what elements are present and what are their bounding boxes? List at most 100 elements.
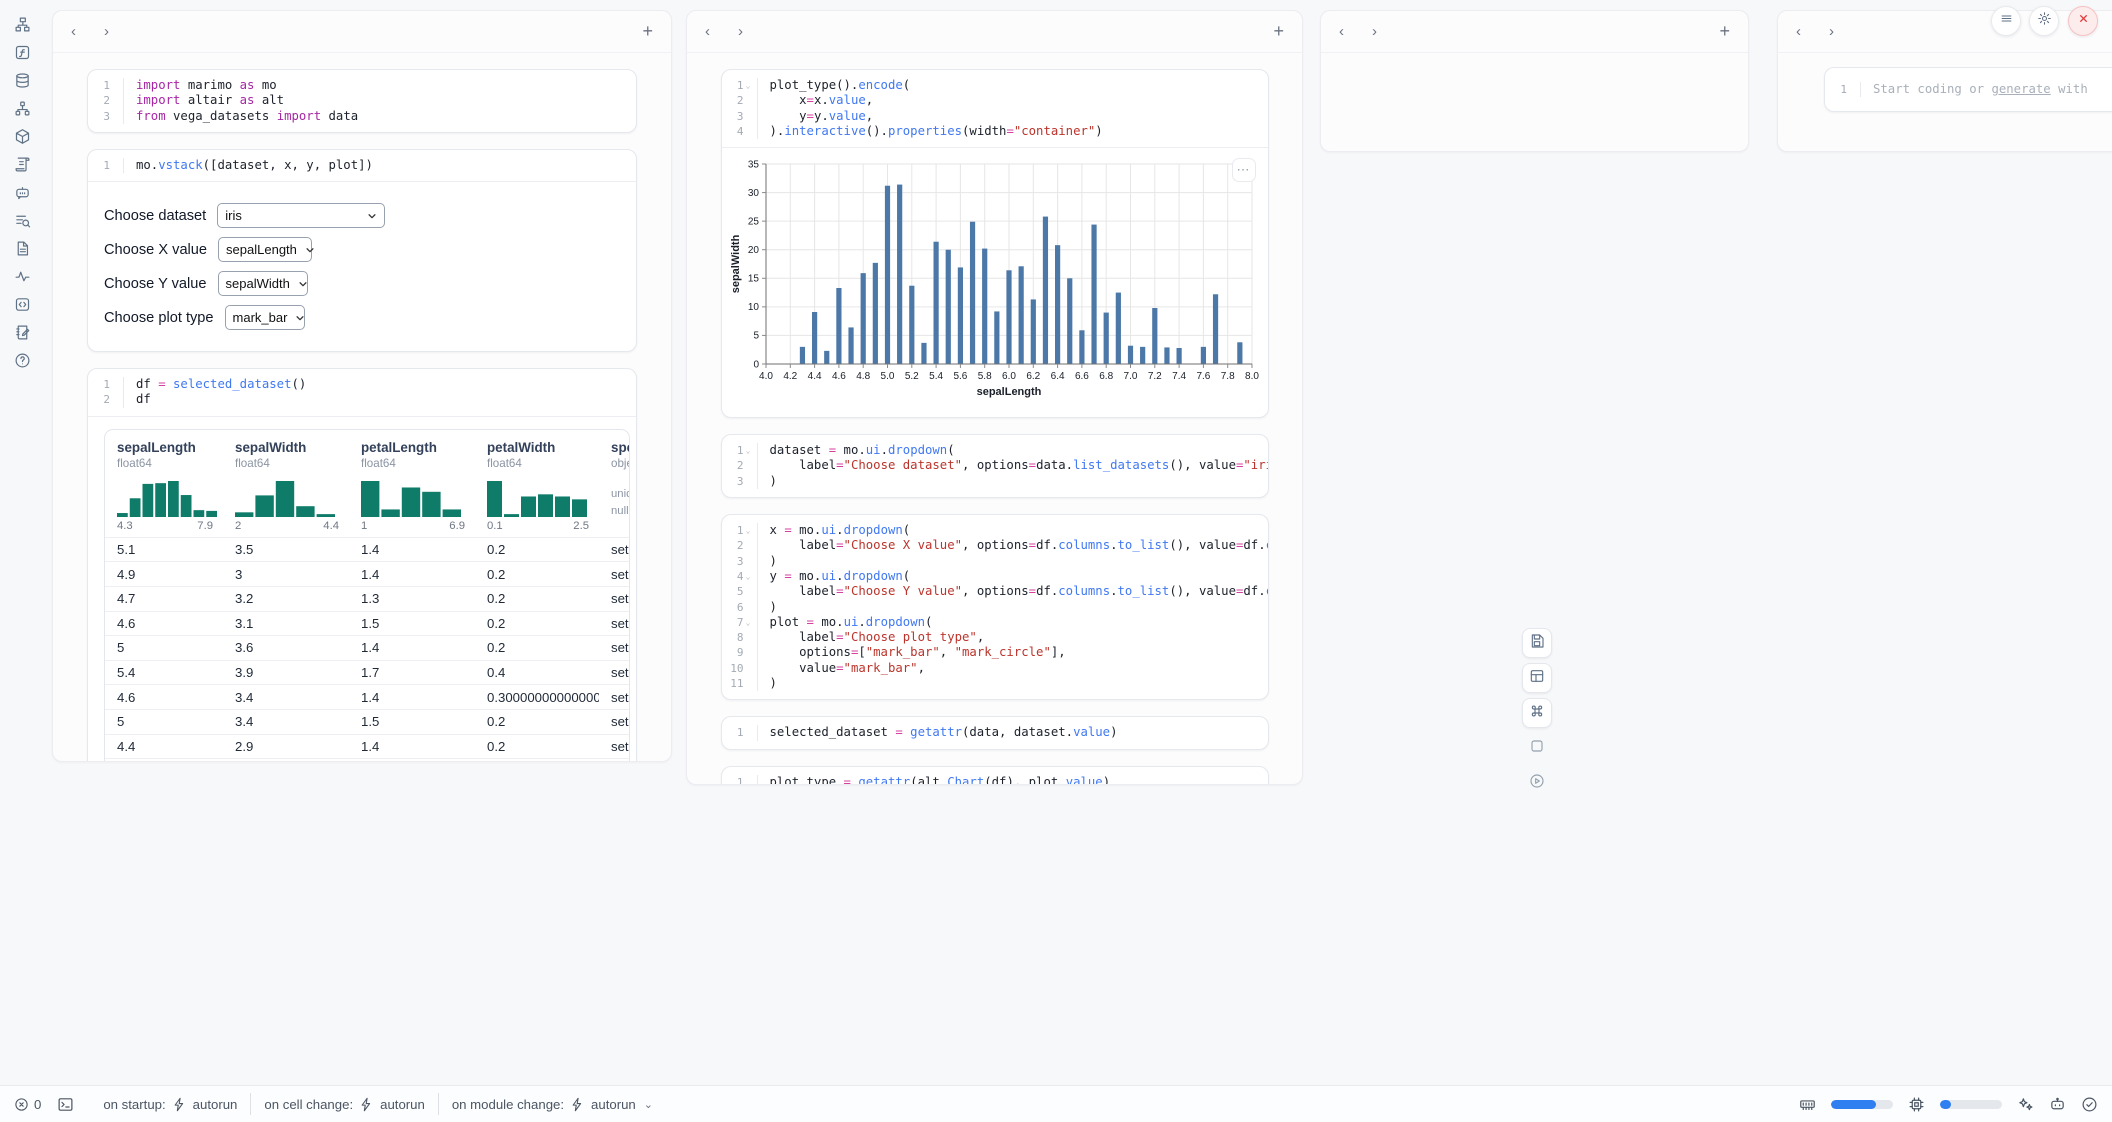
sidebar-item-activity[interactable] (14, 268, 31, 285)
code-line[interactable]: 1⌄x = mo.ui.dropdown( (722, 523, 1268, 538)
cell-plot[interactable]: 1⌄plot_type().encode(2 x=x.value,3 y=y.v… (721, 69, 1269, 418)
add-cell-button[interactable]: + (642, 21, 653, 42)
connection-status-icon[interactable] (2081, 1096, 2098, 1113)
code-line[interactable]: 3) (722, 554, 1268, 569)
save-button[interactable] (1522, 628, 1552, 658)
error-count-indicator[interactable]: 0 (14, 1097, 41, 1112)
keyboard-shortcuts-button[interactable] (1522, 698, 1552, 728)
column-prev-button[interactable]: ‹ (705, 23, 710, 40)
code-line[interactable]: 10 value="mark_bar", (722, 661, 1268, 676)
sidebar-item-help[interactable] (14, 352, 31, 369)
table-row[interactable]: 5.43.91.70.4setosa (105, 660, 629, 685)
sidebar-item-database[interactable] (14, 72, 31, 89)
code-line[interactable]: 7⌄plot = mo.ui.dropdown( (722, 615, 1268, 630)
table-row[interactable]: 4.63.41.40.30000000000000004setosa (105, 684, 629, 709)
code-line[interactable]: 2df (88, 392, 636, 407)
code-line[interactable]: 1selected_dataset = getattr(data, datase… (722, 725, 1268, 740)
table-row[interactable]: 4.93.11.50.1setosa (105, 758, 629, 762)
table-row[interactable]: 4.73.21.30.2setosa (105, 586, 629, 611)
cell-vstack[interactable]: 1mo.vstack([dataset, x, y, plot]) Choose… (87, 149, 637, 352)
on-startup-setting[interactable]: on startup: autorun (90, 1097, 250, 1112)
run-all-button[interactable] (1522, 768, 1552, 798)
cell-xy-plot-dropdowns[interactable]: 1⌄x = mo.ui.dropdown(2 label="Choose X v… (721, 514, 1269, 700)
fold-chevron-icon[interactable]: ⌄ (744, 78, 753, 93)
dropdown-choose-plot-type[interactable]: mark_bar (225, 305, 305, 330)
settings-button[interactable] (2029, 6, 2059, 36)
on-cell-change-setting[interactable]: on cell change: autorun (251, 1097, 437, 1112)
on-module-change-setting[interactable]: on module change: autorun ⌄ (439, 1097, 666, 1112)
sidebar-item-scratchpad[interactable] (14, 324, 31, 341)
sidebar-item-script[interactable] (14, 156, 31, 173)
chart-more-button[interactable]: ⋯ (1232, 158, 1256, 182)
sidebar-item-file-tree[interactable] (14, 16, 31, 33)
table-row[interactable]: 4.42.91.40.2setosa (105, 734, 629, 759)
column-prev-button[interactable]: ‹ (1796, 23, 1801, 40)
layout-select-button[interactable] (1522, 663, 1552, 693)
code-line[interactable]: 1plot_type = getattr(alt.Chart(df), plot… (722, 775, 1268, 785)
table-row[interactable]: 53.41.50.2setosa (105, 709, 629, 734)
sidebar-item-document[interactable] (14, 240, 31, 257)
sidebar-item-code-cell[interactable] (14, 296, 31, 313)
column-header-sepalLength[interactable]: sepalLengthfloat644.37.9 (105, 440, 223, 532)
table-row[interactable]: 4.931.40.2setosa (105, 561, 629, 586)
cell-plot-type[interactable]: 1plot_type = getattr(alt.Chart(df), plot… (721, 766, 1269, 785)
add-cell-button[interactable]: + (1719, 21, 1730, 42)
dropdown-choose-y-value[interactable]: sepalWidth (218, 271, 308, 296)
column-header-petalWidth[interactable]: petalWidthfloat640.12.5 (475, 440, 599, 532)
terminal-button[interactable] (57, 1096, 74, 1113)
code-line[interactable]: 11) (722, 676, 1268, 691)
sidebar-item-function-square[interactable] (14, 44, 31, 61)
table-row[interactable]: 4.63.11.50.2setosa (105, 611, 629, 636)
cell-dataframe[interactable]: 1df = selected_dataset()2df sepalLengthf… (87, 368, 637, 762)
cell-imports[interactable]: 1import marimo as mo2import altair as al… (87, 69, 637, 133)
column-next-button[interactable]: › (738, 23, 743, 40)
table-row[interactable]: 53.61.40.2setosa (105, 635, 629, 660)
code-line[interactable]: 2 x=x.value, (722, 93, 1268, 108)
column-header-sepalWidth[interactable]: sepalWidthfloat6424.4 (223, 440, 349, 532)
dropdown-choose-dataset[interactable]: iris (217, 203, 385, 228)
column-next-button[interactable]: › (1372, 23, 1377, 40)
code-line[interactable]: 2 label="Choose X value", options=df.col… (722, 538, 1268, 553)
fold-chevron-icon[interactable]: ⌄ (744, 569, 753, 584)
cell-empty-editor[interactable]: 1 Start coding or generate with (1824, 67, 2112, 112)
code-line[interactable]: 1mo.vstack([dataset, x, y, plot]) (88, 158, 636, 173)
code-line[interactable]: 6) (722, 600, 1268, 615)
code-line[interactable]: 5 label="Choose Y value", options=df.col… (722, 584, 1268, 599)
cell-selected-dataset[interactable]: 1selected_dataset = getattr(data, datase… (721, 716, 1269, 749)
sidebar-item-dependency-graph[interactable] (14, 100, 31, 117)
editor-placeholder[interactable]: Start coding or generate with (1861, 82, 2088, 97)
shutdown-button[interactable] (2068, 6, 2098, 36)
code-line[interactable]: 9 options=["mark_bar", "mark_circle"], (722, 645, 1268, 660)
fold-chevron-icon[interactable]: ⌄ (744, 443, 753, 458)
column-prev-button[interactable]: ‹ (71, 23, 76, 40)
console-button[interactable] (1522, 733, 1552, 763)
code-line[interactable]: 3from vega_datasets import data (88, 109, 636, 124)
add-cell-button[interactable]: + (1273, 21, 1284, 42)
column-header-petalLength[interactable]: petalLengthfloat6416.9 (349, 440, 475, 532)
code-line[interactable]: 1import marimo as mo (88, 78, 636, 93)
code-line[interactable]: 2 label="Choose dataset", options=data.l… (722, 458, 1268, 473)
column-next-button[interactable]: › (104, 23, 109, 40)
code-line[interactable]: 3) (722, 474, 1268, 489)
sidebar-item-logs-search[interactable] (14, 212, 31, 229)
generate-link[interactable]: generate (1991, 82, 2050, 96)
code-line[interactable]: 4).interactive().properties(width="conta… (722, 124, 1268, 139)
notebook-menu-button[interactable] (1991, 6, 2021, 36)
column-header-species[interactable]: speciesobjectunique:nulls: (599, 440, 630, 532)
fold-chevron-icon[interactable]: ⌄ (744, 523, 753, 538)
table-row[interactable]: 5.13.51.40.2setosa (105, 537, 629, 562)
column-prev-button[interactable]: ‹ (1339, 23, 1344, 40)
dropdown-choose-x-value[interactable]: sepalLength (218, 237, 312, 262)
altair-bar-chart[interactable]: 4.04.24.44.64.85.05.25.45.65.86.06.26.46… (728, 156, 1264, 409)
assistant-icon[interactable] (2049, 1096, 2066, 1113)
code-line[interactable]: 1⌄plot_type().encode( (722, 78, 1268, 93)
code-line[interactable]: 1df = selected_dataset() (88, 377, 636, 392)
code-line[interactable]: 8 label="Choose plot type", (722, 630, 1268, 645)
code-line[interactable]: 2import altair as alt (88, 93, 636, 108)
code-line[interactable]: 1⌄dataset = mo.ui.dropdown( (722, 443, 1268, 458)
column-next-button[interactable]: › (1829, 23, 1834, 40)
ai-sparkles-icon[interactable] (2017, 1096, 2034, 1113)
code-line[interactable]: 1 Start coding or generate with (1825, 82, 2112, 97)
fold-chevron-icon[interactable]: ⌄ (744, 615, 753, 630)
sidebar-item-package[interactable] (14, 128, 31, 145)
